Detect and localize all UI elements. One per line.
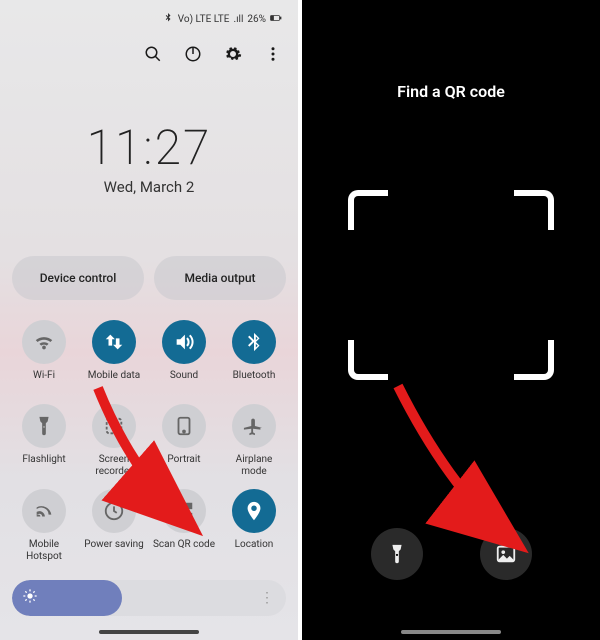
toggle-label: Power saving — [84, 539, 144, 561]
nav-bar[interactable] — [99, 630, 199, 634]
device-control-button[interactable]: Device control — [12, 256, 144, 300]
slider-more-icon[interactable]: ⋮ — [260, 590, 274, 606]
toggle-label: Airplane mode — [222, 454, 286, 477]
toggle-power-saving[interactable]: Power saving — [82, 489, 146, 562]
clock: 11:27 Wed, March 2 — [10, 119, 288, 196]
swap-icon — [92, 320, 136, 364]
toggle-grid: Wi-Fi Mobile data Sound Bluetooth Flashlight… — [10, 320, 288, 562]
volume-icon — [162, 320, 206, 364]
toggle-label: Mobile data — [88, 370, 141, 392]
gear-icon[interactable] — [224, 45, 242, 63]
sun-icon — [22, 588, 38, 608]
search-icon[interactable] — [144, 45, 162, 63]
frame-corner — [348, 190, 388, 230]
frame-corner — [348, 340, 388, 380]
location-icon — [232, 489, 276, 533]
qr-viewfinder-frame — [348, 190, 554, 380]
toggle-label: Location — [235, 539, 274, 561]
clock-time: 11:27 — [10, 119, 288, 176]
wifi-icon — [22, 320, 66, 364]
camera-buttons — [302, 528, 600, 580]
frame-corner — [514, 340, 554, 380]
brightness-slider[interactable]: ⋮ — [12, 580, 286, 616]
toggle-label: Wi-Fi — [33, 370, 55, 392]
qr-scanner-screen: Find a QR code — [302, 0, 600, 640]
toggle-portrait[interactable]: Portrait — [152, 404, 216, 477]
toggle-label: Portrait — [167, 454, 200, 476]
toggle-wifi[interactable]: Wi-Fi — [12, 320, 76, 392]
leaf-icon — [92, 489, 136, 533]
toggle-scan-qr[interactable]: Scan QR code — [152, 489, 216, 562]
hotspot-icon — [22, 489, 66, 533]
panel-actions — [10, 31, 288, 73]
flashlight-button[interactable] — [371, 528, 423, 580]
status-bar: Vo) LTE LTE .ıll 26% — [10, 8, 288, 31]
gallery-button[interactable] — [480, 528, 532, 580]
toggle-sound[interactable]: Sound — [152, 320, 216, 392]
toggle-label: Mobile Hotspot — [12, 539, 76, 562]
toggle-flashlight[interactable]: Flashlight — [12, 404, 76, 477]
portrait-icon — [162, 404, 206, 448]
quick-settings-panel: Vo) LTE LTE .ıll 26% 11:27 Wed, March 2 … — [0, 0, 298, 640]
toggle-hotspot[interactable]: Mobile Hotspot — [12, 489, 76, 562]
flashlight-icon — [22, 404, 66, 448]
toggle-label: Scan QR code — [153, 539, 215, 561]
toggle-mobile-data[interactable]: Mobile data — [82, 320, 146, 392]
power-icon[interactable] — [184, 45, 202, 63]
bluetooth-icon — [232, 320, 276, 364]
bluetooth-status-icon — [162, 12, 174, 27]
more-icon[interactable] — [264, 45, 282, 63]
toggle-airplane[interactable]: Airplane mode — [222, 404, 286, 477]
airplane-icon — [232, 404, 276, 448]
clock-date: Wed, March 2 — [10, 178, 288, 196]
frame-corner — [514, 190, 554, 230]
toggle-label: Screen recorder — [82, 454, 146, 477]
battery-pct: 26% — [247, 14, 266, 25]
toggle-bluetooth[interactable]: Bluetooth — [222, 320, 286, 392]
signal-label: .ıll — [233, 14, 243, 25]
toggle-screen-rec[interactable]: Screen recorder — [82, 404, 146, 477]
control-pills: Device control Media output — [10, 256, 288, 300]
media-output-button[interactable]: Media output — [154, 256, 286, 300]
qr-icon — [162, 489, 206, 533]
brightness-slider-wrap: ⋮ — [10, 580, 288, 616]
toggle-label: Sound — [170, 370, 198, 392]
qr-title: Find a QR code — [302, 82, 600, 101]
toggle-label: Flashlight — [22, 454, 65, 476]
toggle-location[interactable]: Location — [222, 489, 286, 562]
battery-icon — [270, 12, 282, 27]
toggle-label: Bluetooth — [233, 370, 276, 392]
record-icon — [92, 404, 136, 448]
carrier-label: Vo) LTE LTE — [178, 14, 230, 25]
nav-bar[interactable] — [401, 630, 501, 634]
